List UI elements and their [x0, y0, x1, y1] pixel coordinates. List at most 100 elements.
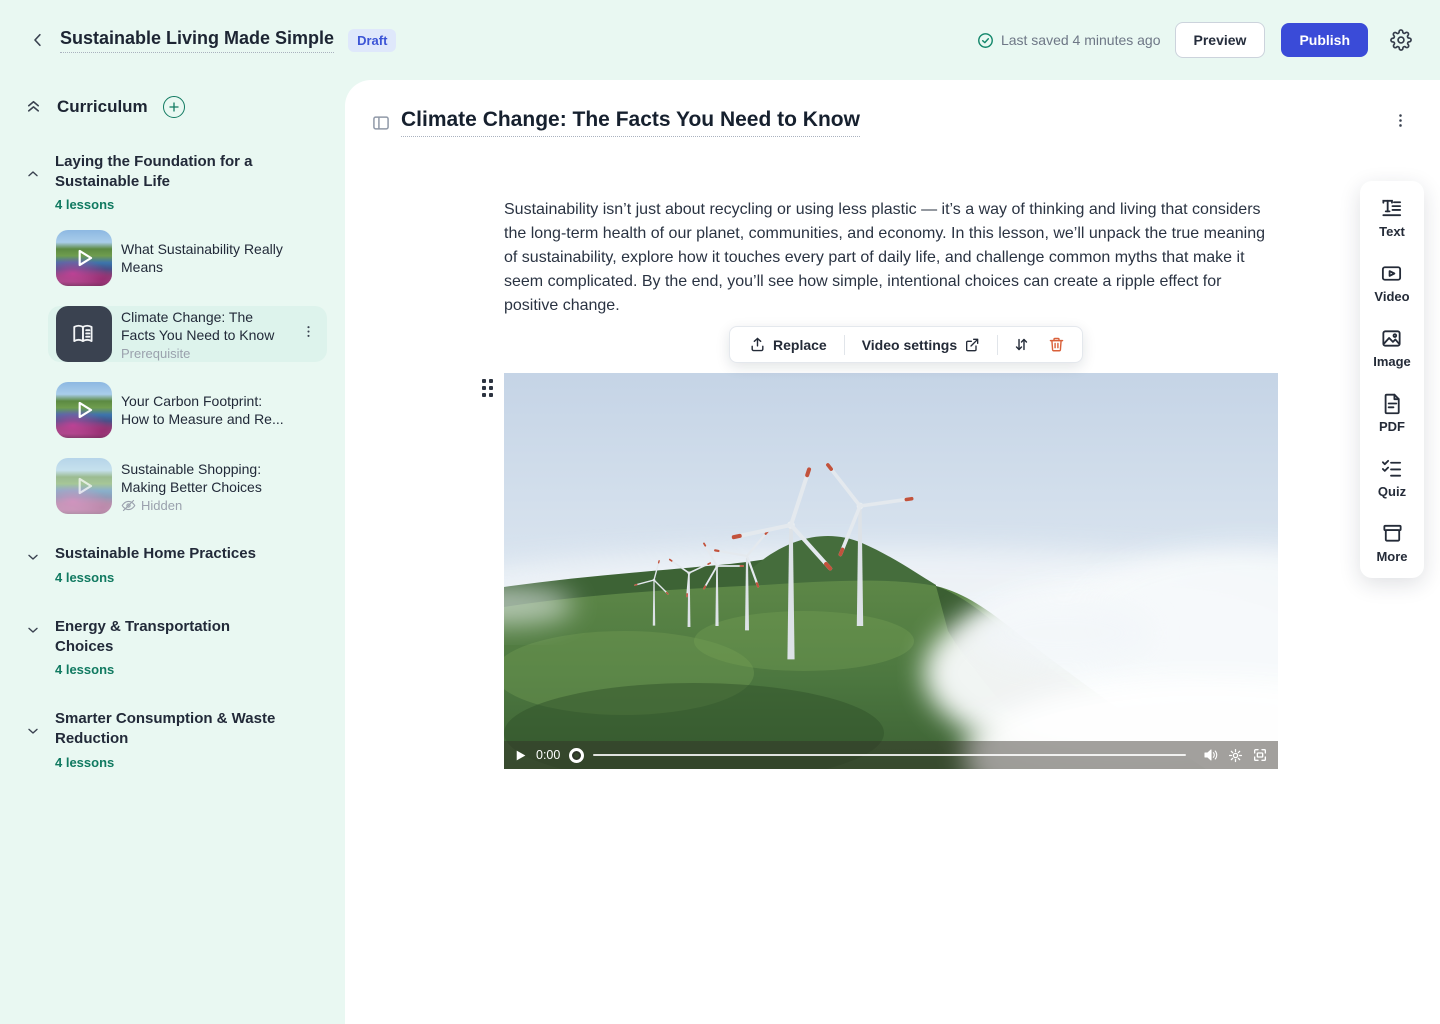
- curriculum-section: Sustainable Home Practices 4 lessons: [24, 544, 327, 585]
- section-title: Laying the Foundation for a Sustainable …: [55, 152, 287, 192]
- section-toggle[interactable]: Smarter Consumption & Waste Reduction: [24, 709, 327, 749]
- pdf-block-icon: [1381, 392, 1404, 415]
- palette-label: Quiz: [1378, 484, 1406, 499]
- trash-icon: [1048, 336, 1065, 353]
- delete-block-button[interactable]: [1041, 330, 1072, 359]
- kebab-menu-icon: [1392, 112, 1409, 129]
- player-settings-button[interactable]: [1228, 748, 1243, 763]
- volume-icon: [1203, 747, 1219, 763]
- text-block-icon: [1380, 197, 1403, 220]
- more-block-icon: [1381, 522, 1404, 545]
- lesson-page-title[interactable]: Climate Change: The Facts You Need to Kn…: [401, 108, 860, 137]
- toolbar-divider: [997, 335, 998, 355]
- play-icon: [71, 245, 97, 271]
- volume-button[interactable]: [1203, 747, 1219, 763]
- fullscreen-icon: [1252, 747, 1268, 763]
- palette-item-pdf[interactable]: PDF: [1379, 392, 1405, 434]
- video-block-toolbar: Replace Video settings: [729, 326, 1083, 363]
- external-link-icon: [964, 337, 980, 353]
- section-title: Energy & Transportation Choices: [55, 617, 287, 657]
- lesson-options-button[interactable]: [1392, 112, 1412, 134]
- palette-label: PDF: [1379, 419, 1405, 434]
- video-controls-bar: 0:00: [504, 741, 1278, 769]
- status-badge: Draft: [348, 29, 396, 52]
- section-toggle[interactable]: Sustainable Home Practices: [24, 544, 327, 565]
- progress-bar[interactable]: [593, 754, 1186, 756]
- section-title: Sustainable Home Practices: [55, 544, 256, 565]
- drag-handle[interactable]: [482, 379, 496, 399]
- video-player[interactable]: 0:00: [504, 373, 1278, 769]
- palette-item-more[interactable]: More: [1376, 522, 1407, 564]
- chevron-up-icon: [24, 166, 42, 182]
- replace-video-button[interactable]: Replace: [740, 330, 836, 359]
- back-button[interactable]: [24, 26, 52, 54]
- section-lesson-count: 4 lessons: [55, 197, 327, 212]
- palette-item-image[interactable]: Image: [1373, 327, 1411, 369]
- play-button[interactable]: [514, 749, 527, 762]
- video-block-icon: [1380, 262, 1403, 285]
- add-section-button[interactable]: [163, 96, 185, 118]
- book-open-icon: [71, 321, 97, 347]
- palette-item-video[interactable]: Video: [1374, 262, 1409, 304]
- playback-time: 0:00: [536, 748, 560, 762]
- lesson-video-thumbnail: [56, 230, 112, 286]
- settings-button[interactable]: [1386, 25, 1416, 55]
- palette-item-text[interactable]: Text: [1379, 197, 1405, 239]
- video-settings-button[interactable]: Video settings: [853, 331, 989, 359]
- lesson-item[interactable]: Your Carbon Footprint: How to Measure an…: [56, 382, 327, 438]
- eye-off-icon: [121, 498, 136, 513]
- last-saved-text: Last saved 4 minutes ago: [1001, 32, 1161, 48]
- lesson-hidden-label: Hidden: [141, 498, 182, 513]
- play-icon: [514, 749, 527, 762]
- lesson-title: What Sustainability Really Means: [121, 240, 289, 276]
- video-poster-windfarm: [504, 373, 1278, 769]
- quiz-block-icon: [1380, 457, 1403, 480]
- section-lesson-count: 4 lessons: [55, 662, 327, 677]
- block-palette: Text Video Image PDF Quiz More: [1360, 181, 1424, 578]
- lesson-prerequisite-label: Prerequisite: [121, 346, 292, 361]
- lesson-item-hidden[interactable]: Sustainable Shopping: Making Better Choi…: [56, 458, 327, 514]
- palette-label: Text: [1379, 224, 1405, 239]
- curriculum-sidebar: Curriculum Laying the Foundation for a S…: [0, 80, 345, 1024]
- upload-icon: [749, 336, 766, 353]
- lesson-reading-tile: [56, 306, 112, 362]
- plus-icon: [168, 101, 180, 113]
- lesson-item[interactable]: What Sustainability Really Means: [56, 230, 327, 286]
- toggle-sidebar-icon[interactable]: [371, 113, 391, 133]
- last-saved-status: Last saved 4 minutes ago: [977, 32, 1161, 49]
- section-toggle[interactable]: Laying the Foundation for a Sustainable …: [24, 152, 327, 192]
- preview-button[interactable]: Preview: [1175, 22, 1266, 58]
- curriculum-heading: Curriculum: [57, 97, 148, 117]
- palette-label: Video: [1374, 289, 1409, 304]
- collapse-all-button[interactable]: [24, 97, 44, 117]
- fullscreen-button[interactable]: [1252, 747, 1268, 763]
- palette-label: More: [1376, 549, 1407, 564]
- course-title[interactable]: Sustainable Living Made Simple: [60, 28, 334, 53]
- publish-button[interactable]: Publish: [1281, 23, 1368, 57]
- section-lesson-count: 4 lessons: [55, 570, 327, 585]
- section-toggle[interactable]: Energy & Transportation Choices: [24, 617, 327, 657]
- lesson-intro-paragraph[interactable]: Sustainability isn’t just about recyclin…: [504, 198, 1278, 318]
- sort-arrows-icon: [1013, 336, 1030, 353]
- palette-label: Image: [1373, 354, 1411, 369]
- gear-icon: [1390, 29, 1412, 51]
- lesson-item-selected[interactable]: Climate Change: The Facts You Need to Kn…: [48, 306, 327, 362]
- scrubber-handle[interactable]: [569, 748, 584, 763]
- kebab-menu-icon: [301, 324, 316, 339]
- lesson-video-thumbnail: [56, 382, 112, 438]
- player-gear-icon: [1228, 748, 1243, 763]
- toolbar-divider: [844, 335, 845, 355]
- lesson-menu-button[interactable]: [301, 324, 319, 344]
- section-lesson-count: 4 lessons: [55, 755, 327, 770]
- palette-item-quiz[interactable]: Quiz: [1378, 457, 1406, 499]
- image-block-icon: [1380, 327, 1403, 350]
- curriculum-section: Smarter Consumption & Waste Reduction 4 …: [24, 709, 327, 769]
- move-block-button[interactable]: [1006, 330, 1037, 359]
- check-circle-icon: [977, 32, 994, 49]
- top-header: Sustainable Living Made Simple Draft Las…: [0, 0, 1440, 80]
- chevron-down-icon: [24, 549, 42, 565]
- video-block: Replace Video settings: [504, 373, 1278, 769]
- play-icon: [71, 397, 97, 423]
- replace-label: Replace: [773, 337, 827, 353]
- curriculum-section: Energy & Transportation Choices 4 lesson…: [24, 617, 327, 677]
